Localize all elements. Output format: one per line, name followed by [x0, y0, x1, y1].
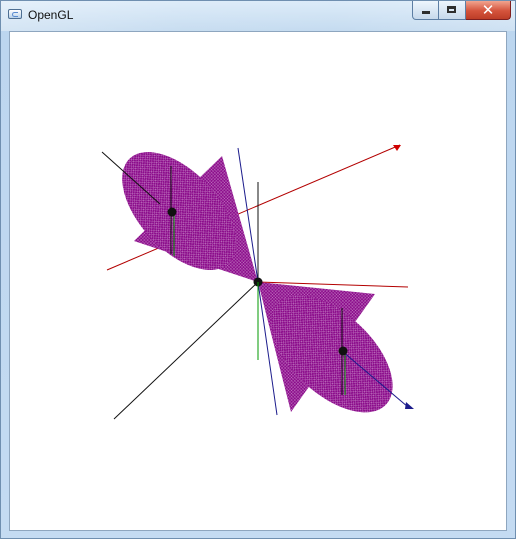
- close-button[interactable]: ✕: [466, 1, 511, 20]
- render-area[interactable]: [9, 31, 507, 531]
- lower-right-joint: [338, 346, 348, 356]
- y-axis-lower-line: [113, 281, 259, 420]
- upper-left-joint: [167, 207, 177, 217]
- title-bar[interactable]: OpenGL ✕: [1, 1, 515, 31]
- maximize-icon: [447, 6, 456, 13]
- z-axis-arrow-icon: [405, 402, 414, 409]
- close-icon: ✕: [481, 1, 495, 19]
- opengl-app-icon: [8, 9, 22, 19]
- opengl-viewport[interactable]: [10, 32, 506, 530]
- window-title: OpenGL: [28, 8, 74, 22]
- opengl-window: OpenGL ✕: [0, 0, 516, 539]
- maximize-button[interactable]: [439, 1, 466, 20]
- minimize-button[interactable]: [412, 1, 439, 20]
- minimize-icon: [422, 11, 430, 14]
- window-controls: ✕: [412, 1, 511, 21]
